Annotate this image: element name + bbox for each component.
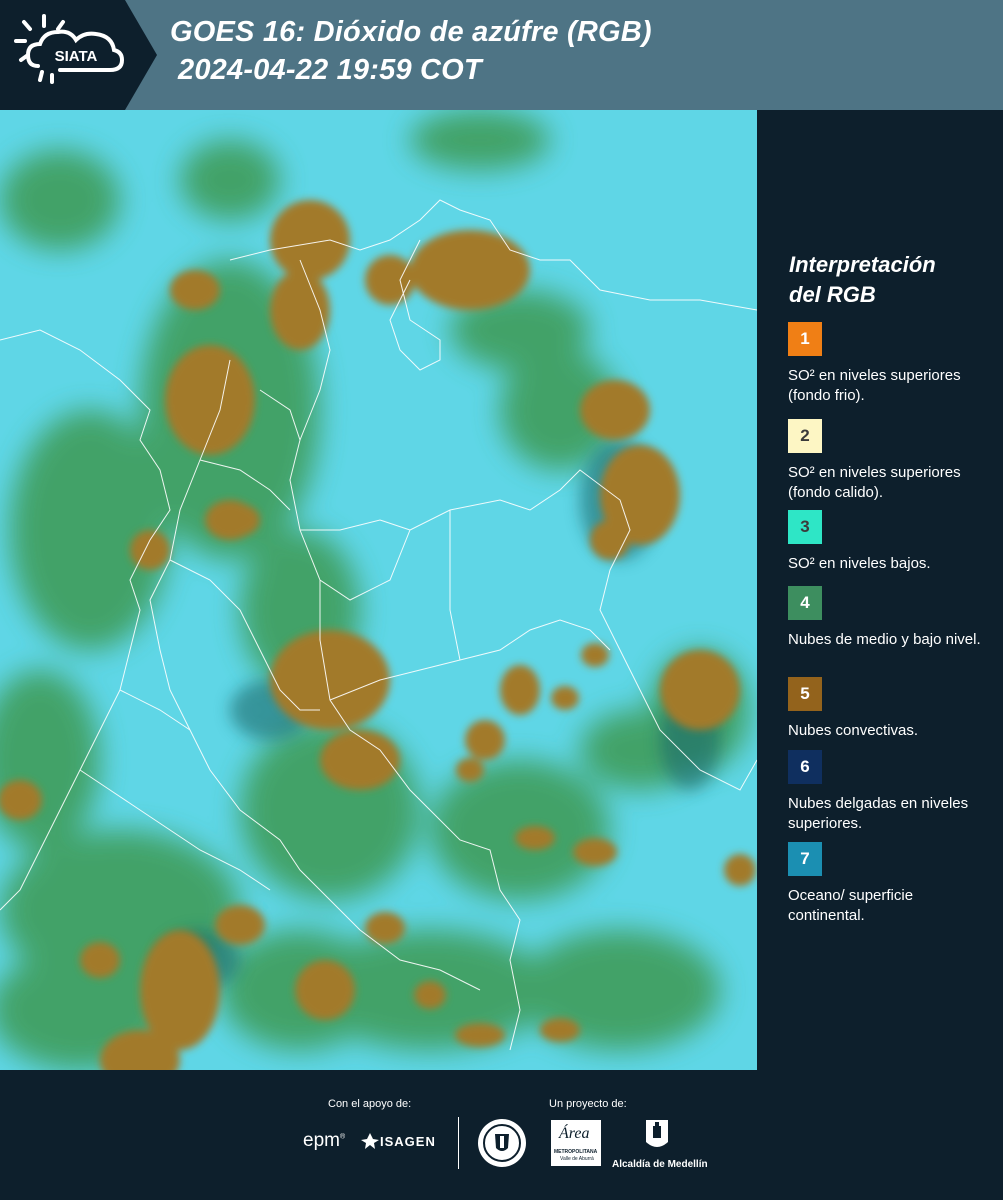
isagen-mark-icon [361,1133,379,1149]
legend-item-3: 3 SO² en niveles bajos. [788,510,988,574]
legend-item-6: 6 Nubes delgadas en niveles superiores. [788,750,988,834]
legend-text-2: SO² en niveles superiores (fondo calido)… [788,464,961,501]
coat-of-arms-icon [646,1120,668,1147]
legend-swatch-4: 4 [788,586,822,620]
legend-swatch-5: 5 [788,677,822,711]
support-label: Con el apoyo de: [328,1098,412,1110]
legend-title: Interpretación del RGB [789,250,989,310]
legend-item-4: 4 Nubes de medio y bajo nivel. [788,586,988,650]
area-metropolitana-logo[interactable]: Área METROPOLITANA Valle de Aburrá [551,1120,601,1166]
satellite-map[interactable] [0,110,757,1070]
isagen-logo-text: ISAGEN [380,1134,436,1149]
footer-divider [458,1117,459,1169]
legend-panel: Interpretación del RGB 1 SO² en niveles … [757,110,1003,1070]
legend-text-4: Nubes de medio y bajo nivel. [788,631,981,648]
area-logo-subtext: METROPOLITANA [554,1149,598,1155]
page-timestamp: 2024-04-22 19:59 COT [178,54,482,86]
legend-swatch-3: 3 [788,510,822,544]
header: SIATA GOES 16: Dióxido de azúfre (RGB) 2… [0,0,1003,110]
isagen-logo[interactable]: ISAGEN [360,1132,435,1155]
legend-swatch-6: 6 [788,750,822,784]
so2-rgb-image [0,110,757,1070]
legend-text-1: SO² en niveles superiores (fondo frio). [788,367,961,404]
legend-title-line1: Interpretación [789,252,936,277]
legend-text-7: Oceano/ superficie continental. [788,887,914,924]
legend-item-7: 7 Oceano/ superficie continental. [788,842,988,926]
legend-item-5: 5 Nubes convectivas. [788,677,988,741]
area-logo-text: Área [559,1125,590,1142]
legend-text-3: SO² en niveles bajos. [788,555,931,572]
page-title: GOES 16: Dióxido de azúfre (RGB) [170,16,652,48]
siata-logo-text: SIATA [55,48,98,65]
alcaldia-logo-text: Alcaldía de Medellín [612,1159,708,1170]
legend-text-6: Nubes delgadas en niveles superiores. [788,795,969,832]
seal-icon [478,1119,526,1167]
legend-title-line2: del RGB [789,282,876,307]
alcaldia-logo[interactable] [644,1118,670,1159]
epm-logo[interactable]: epm® [303,1130,345,1152]
legend-item-1: 1 SO² en niveles superiores (fondo frio)… [788,322,988,406]
legend-text-5: Nubes convectivas. [788,722,919,739]
university-seal[interactable] [477,1118,527,1173]
legend-swatch-1: 1 [788,322,822,356]
area-logo-subtext2: Valle de Aburrá [560,1156,594,1162]
footer: Con el apoyo de: Un proyecto de: epm® IS… [0,1070,1003,1200]
legend-swatch-2: 2 [788,419,822,453]
siata-logo[interactable]: SIATA [0,0,160,110]
project-label: Un proyecto de: [549,1098,627,1110]
legend-item-2: 2 SO² en niveles superiores (fondo calid… [788,419,988,503]
epm-logo-text: epm [303,1130,340,1151]
legend-swatch-7: 7 [788,842,822,876]
